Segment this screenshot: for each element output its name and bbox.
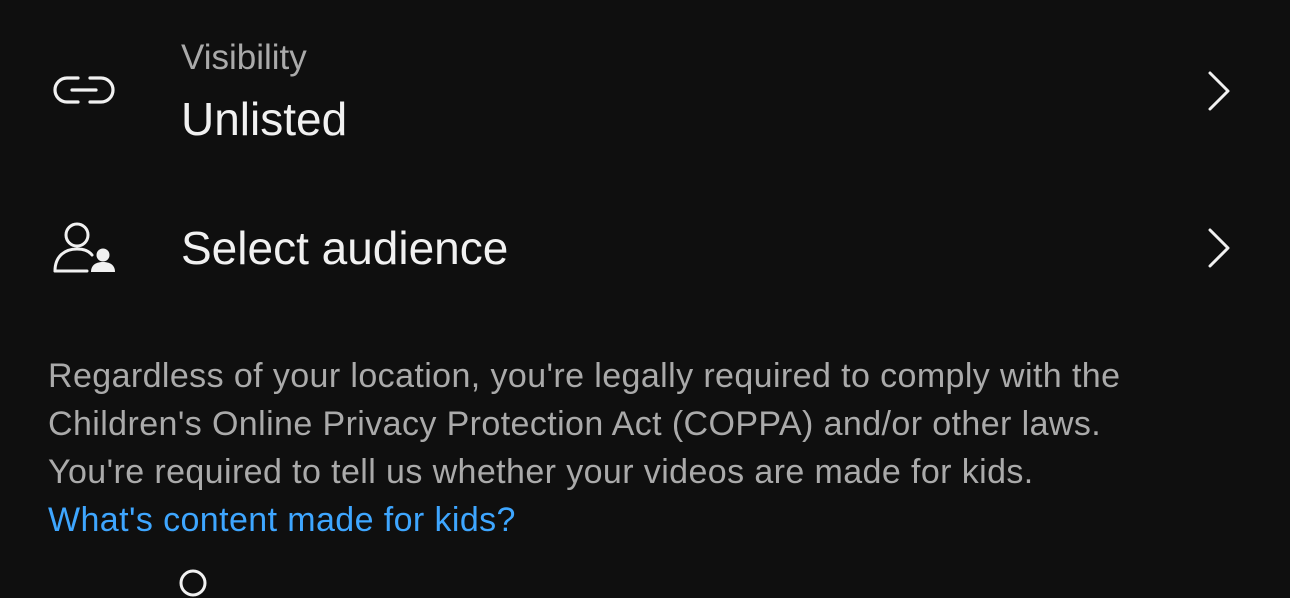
visibility-value: Unlisted: [181, 93, 348, 145]
visibility-label: Visibility: [181, 38, 307, 77]
person-audience-icon: [48, 216, 120, 280]
visibility-row[interactable]: Visibility Unlisted: [0, 0, 1290, 178]
select-audience-title: Select audience: [181, 222, 509, 274]
chevron-right-icon: [1208, 228, 1230, 268]
description-line: Children's Online Privacy Protection Act…: [48, 405, 1102, 443]
description-line: Regardless of your location, you're lega…: [48, 357, 1121, 395]
coppa-description: Regardless of your location, you're lega…: [48, 352, 1248, 544]
chevron-right-icon: [1208, 71, 1230, 111]
radio-button-icon[interactable]: [178, 568, 208, 598]
select-audience-row[interactable]: Select audience: [0, 190, 1290, 310]
made-for-kids-link[interactable]: What's content made for kids?: [48, 496, 516, 544]
link-icon: [48, 58, 120, 122]
description-line: You're required to tell us whether your …: [48, 453, 1034, 491]
